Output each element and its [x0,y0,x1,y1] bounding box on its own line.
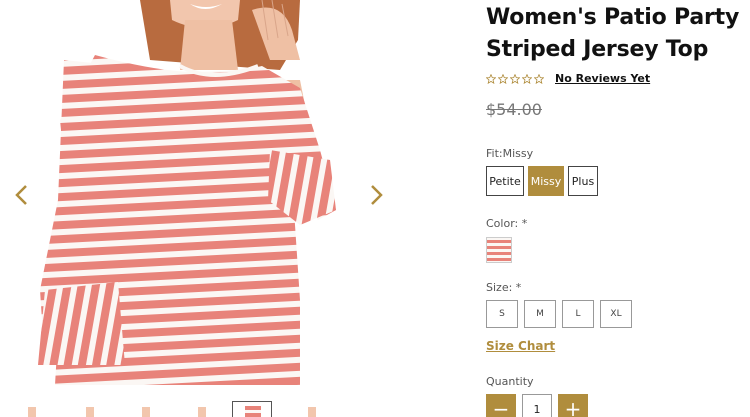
thumbnail[interactable] [126,401,166,417]
fit-options: Petite Missy Plus [486,166,598,196]
fit-option-missy[interactable]: Missy [528,166,564,196]
product-title: Women's Patio Party Striped Jersey Top [486,5,740,62]
product-image [38,0,336,385]
fit-label: Fit:Missy [486,147,534,160]
rating-row: No Reviews Yet [486,72,650,85]
reviews-link[interactable]: No Reviews Yet [555,72,650,85]
star-outline-icon [498,73,508,84]
chevron-left-icon [15,185,27,205]
product-price: $54.00 [486,100,542,119]
color-swatch-stripe[interactable] [486,237,512,263]
size-option-s[interactable]: S [486,300,518,328]
quantity-input[interactable] [522,394,552,417]
required-mark: * [515,281,522,294]
decrease-quantity-button[interactable]: − [486,394,516,417]
thumbnail-active[interactable] [232,401,272,417]
thumbnail[interactable] [12,401,52,417]
increase-quantity-button[interactable]: + [558,394,588,417]
size-label: Size: * [486,281,521,294]
fit-option-plus[interactable]: Plus [568,166,598,196]
thumbnail[interactable] [292,401,332,417]
thumbnail[interactable] [182,401,222,417]
size-option-xl[interactable]: XL [600,300,632,328]
size-chart-link[interactable]: Size Chart [486,339,555,353]
color-label-text: Color: [486,217,519,230]
size-option-m[interactable]: M [524,300,556,328]
star-outline-icon [510,73,520,84]
rating-stars [486,73,544,84]
thumbnail-strip [0,401,400,417]
quantity-label: Quantity [486,375,534,388]
size-label-text: Size: [486,281,513,294]
chevron-right-icon [371,185,383,205]
product-gallery [0,0,400,417]
color-label: Color: * [486,217,527,230]
quantity-stepper: − + [486,394,588,417]
required-mark: * [521,217,528,230]
next-image-button[interactable] [366,182,388,208]
previous-image-button[interactable] [10,182,32,208]
fit-option-petite[interactable]: Petite [486,166,524,196]
star-outline-icon [522,73,532,84]
stripe-swatch-icon [487,238,511,262]
star-outline-icon [534,73,544,84]
thumbnail[interactable] [70,401,110,417]
star-outline-icon [486,73,496,84]
size-options: S M L XL [486,300,632,328]
size-option-l[interactable]: L [562,300,594,328]
